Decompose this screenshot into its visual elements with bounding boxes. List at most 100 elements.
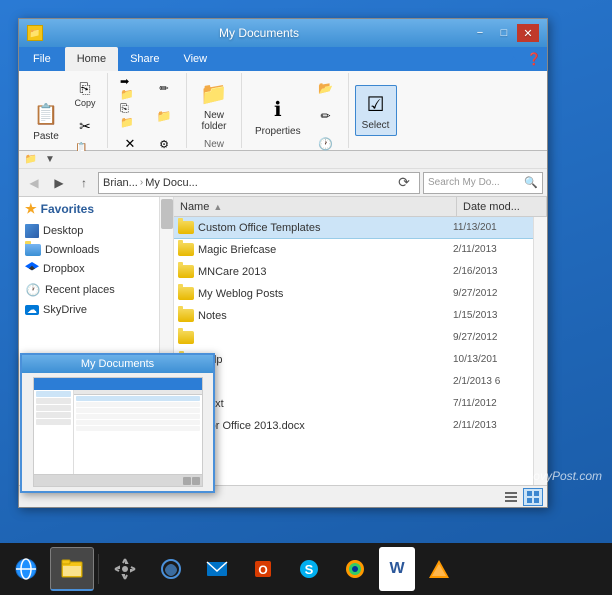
taskbar-email[interactable] bbox=[195, 547, 239, 591]
file-date-1: 2/11/2013 bbox=[453, 244, 543, 255]
taskbar-settings[interactable] bbox=[103, 547, 147, 591]
taskbar-vlc[interactable] bbox=[417, 547, 461, 591]
folder-icon-5 bbox=[178, 331, 194, 344]
path-segment-1: Brian... bbox=[103, 177, 138, 189]
col-sort-arrow: ▲ bbox=[213, 202, 222, 212]
taskbar-word[interactable]: W bbox=[379, 547, 415, 591]
cut-button[interactable]: ✂ bbox=[69, 113, 101, 139]
mini-file-header bbox=[74, 390, 202, 395]
file-row-5[interactable]: 9/27/2012 bbox=[174, 327, 547, 349]
file-date-3: 9/27/2012 bbox=[453, 288, 543, 299]
sidebar-item-recent[interactable]: 🕐 Recent places bbox=[19, 279, 159, 301]
select-buttons: ☑ Select bbox=[355, 75, 397, 146]
mini-nav-item-5 bbox=[36, 419, 71, 425]
taskbar-firefox[interactable] bbox=[333, 547, 377, 591]
mini-nav-item-4 bbox=[36, 412, 71, 418]
paste-button[interactable]: 📋 Paste bbox=[25, 96, 67, 147]
thumbnail-content bbox=[22, 373, 213, 491]
taskbar-office[interactable]: O bbox=[241, 547, 285, 591]
file-scrollbar[interactable] bbox=[533, 217, 547, 485]
address-bar[interactable]: Brian... › My Docu... ⟳ bbox=[98, 172, 420, 194]
sidebar-item-desktop[interactable]: Desktop bbox=[19, 221, 159, 241]
taskbar-explorer[interactable] bbox=[50, 547, 94, 591]
edit-button[interactable]: ✏ bbox=[310, 103, 342, 129]
thumbnail-popup[interactable]: My Documents bbox=[20, 353, 215, 493]
skydrive-label: SkyDrive bbox=[43, 304, 87, 316]
address-path: Brian... › My Docu... bbox=[103, 177, 389, 189]
file-name-6: lt.rdp bbox=[198, 354, 453, 366]
properties-button[interactable]: ℹ Properties bbox=[248, 91, 308, 142]
sidebar-item-dropbox[interactable]: ◆ Dropbox bbox=[19, 259, 159, 279]
properties-icon: ℹ bbox=[264, 96, 292, 124]
organize-buttons: ➡📁 ⎘📁 ✕ ✏ 📁 bbox=[114, 75, 180, 157]
mini-nav-item-3 bbox=[36, 405, 71, 411]
file-date-2: 2/16/2013 bbox=[453, 266, 543, 277]
file-row-8[interactable]: ile.txt 7/11/2012 bbox=[174, 393, 547, 415]
ribbon-tabs: File Home Share View ▲ ❓ bbox=[19, 47, 547, 71]
nav-scrollbar-thumb bbox=[161, 199, 173, 229]
ribbon-collapse-icon[interactable]: ▲ bbox=[505, 50, 523, 68]
new-folder-button[interactable]: 📁 New folder bbox=[193, 75, 235, 137]
thumbnail-title: My Documents bbox=[22, 355, 213, 373]
status-icons bbox=[501, 488, 543, 506]
maximize-button[interactable]: □ bbox=[493, 24, 515, 42]
select-button[interactable]: ☑ Select bbox=[355, 85, 397, 136]
open-button[interactable]: 📂 bbox=[310, 75, 342, 101]
file-row-1[interactable]: Magic Briefcase 2/11/2013 bbox=[174, 239, 547, 261]
mini-window bbox=[34, 378, 202, 486]
tab-file[interactable]: File bbox=[23, 47, 61, 71]
view-list-icon[interactable] bbox=[501, 488, 521, 506]
ribbon-help-icon[interactable]: ❓ bbox=[525, 50, 543, 68]
file-name-0: Custom Office Templates bbox=[198, 222, 453, 234]
rename-button[interactable]: ✏ bbox=[148, 75, 180, 101]
open-buttons: ℹ Properties 📂 ✏ 🕐 bbox=[248, 75, 342, 157]
refresh-button[interactable]: ⟳ bbox=[393, 172, 415, 194]
search-bar[interactable]: Search My Do... 🔍 bbox=[423, 172, 543, 194]
file-row-9[interactable]: s for Office 2013.docx 2/11/2013 bbox=[174, 415, 547, 437]
copy-icon: ⎘ bbox=[75, 78, 95, 98]
col-header-date[interactable]: Date mod... bbox=[457, 197, 547, 216]
taskbar-ie[interactable] bbox=[4, 547, 48, 591]
copy-button[interactable]: ⎘ Copy bbox=[69, 75, 101, 111]
sidebar-item-skydrive[interactable]: ☁ SkyDrive bbox=[19, 301, 159, 319]
up-button[interactable]: ↑ bbox=[73, 172, 95, 194]
file-row-2[interactable]: MNCare 2013 2/16/2013 bbox=[174, 261, 547, 283]
forward-button[interactable]: ▶ bbox=[48, 172, 70, 194]
new-folder-small-button[interactable]: 📁 bbox=[148, 103, 180, 129]
mini-tb-icon-2 bbox=[192, 477, 200, 485]
col-header-name[interactable]: Name ▲ bbox=[174, 197, 457, 216]
tab-home[interactable]: Home bbox=[65, 47, 118, 71]
window-title: My Documents bbox=[49, 26, 469, 40]
taskbar-unknown1[interactable] bbox=[149, 547, 193, 591]
mini-file-row-6 bbox=[76, 426, 200, 431]
file-row-0[interactable]: Custom Office Templates 11/13/201 bbox=[174, 217, 547, 239]
minimize-button[interactable]: − bbox=[469, 24, 491, 42]
qa-dropdown-btn[interactable]: ▼ bbox=[42, 152, 58, 168]
desktop-icon bbox=[25, 224, 39, 238]
mini-files bbox=[74, 390, 202, 474]
window-icon: 📁 bbox=[27, 25, 43, 41]
taskbar-skype[interactable]: S bbox=[287, 547, 331, 591]
move-to-button[interactable]: ➡📁 bbox=[114, 75, 146, 101]
file-date-5: 9/27/2012 bbox=[453, 332, 543, 343]
file-row-3[interactable]: My Weblog Posts 9/27/2012 bbox=[174, 283, 547, 305]
sidebar-item-downloads[interactable]: Downloads bbox=[19, 241, 159, 259]
tab-view[interactable]: View bbox=[171, 47, 219, 71]
tab-share[interactable]: Share bbox=[118, 47, 171, 71]
title-bar-buttons: − □ ✕ bbox=[469, 24, 539, 42]
svg-text:O: O bbox=[258, 563, 267, 577]
ribbon-group-new: 📁 New folder New bbox=[187, 73, 242, 148]
back-button[interactable]: ◀ bbox=[23, 172, 45, 194]
file-row-7[interactable]: xt 2/1/2013 6 bbox=[174, 371, 547, 393]
mini-file-row-3 bbox=[76, 408, 200, 413]
copy-to-button[interactable]: ⎘📁 bbox=[114, 103, 146, 129]
file-row-6[interactable]: lt.rdp 10/13/201 bbox=[174, 349, 547, 371]
mini-file-row-1 bbox=[76, 396, 200, 401]
folder-icon-1 bbox=[178, 243, 194, 256]
desktop-label: Desktop bbox=[43, 225, 83, 237]
ribbon-tabs-area: File Home Share View ▲ ❓ bbox=[19, 47, 547, 71]
favorites-section[interactable]: ★ Favorites bbox=[19, 197, 159, 221]
view-tiles-icon[interactable] bbox=[523, 488, 543, 506]
close-button[interactable]: ✕ bbox=[517, 24, 539, 42]
file-row-4[interactable]: Notes 1/15/2013 bbox=[174, 305, 547, 327]
